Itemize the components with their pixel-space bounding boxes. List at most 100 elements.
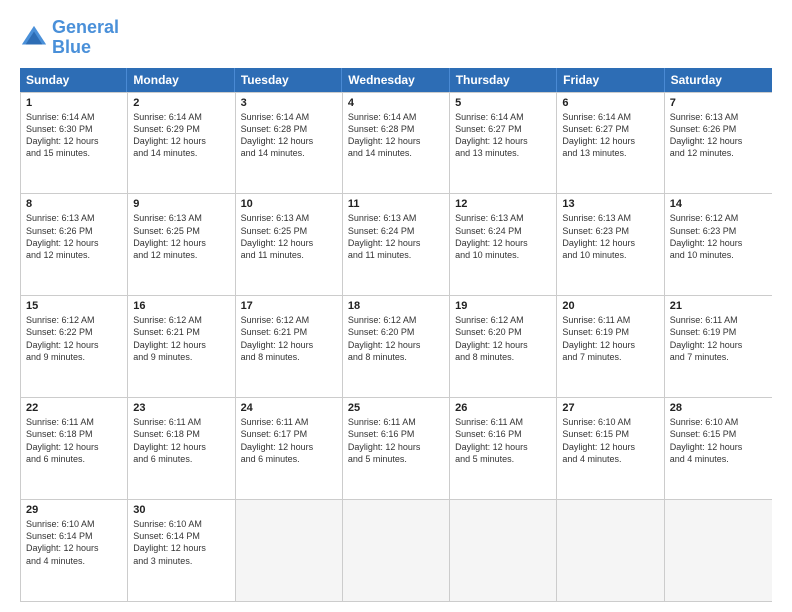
calendar-cell: 7 Sunrise: 6:13 AMSunset: 6:26 PMDaylight… <box>665 93 772 194</box>
calendar-cell: 24 Sunrise: 6:11 AMSunset: 6:17 PMDayligh… <box>236 398 343 499</box>
calendar-header: SundayMondayTuesdayWednesdayThursdayFrid… <box>20 68 772 92</box>
cell-text: Sunrise: 6:11 AMSunset: 6:19 PMDaylight:… <box>670 314 767 363</box>
calendar-cell: 21 Sunrise: 6:11 AMSunset: 6:19 PMDayligh… <box>665 296 772 397</box>
day-number: 1 <box>26 97 122 109</box>
day-number: 25 <box>348 402 444 414</box>
cell-text: Sunrise: 6:11 AMSunset: 6:17 PMDaylight:… <box>241 416 337 465</box>
calendar-cell: 19Sunrise: 6:12 AMSunset: 6:20 PMDayligh… <box>450 296 557 397</box>
calendar-cell: 28 Sunrise: 6:10 AMSunset: 6:15 PMDayligh… <box>665 398 772 499</box>
cell-text: Sunrise: 6:11 AMSunset: 6:19 PMDaylight:… <box>562 314 658 363</box>
cell-text: Sunrise: 6:11 AMSunset: 6:16 PMDaylight:… <box>348 416 444 465</box>
calendar-cell: 4 Sunrise: 6:14 AMSunset: 6:28 PMDaylight… <box>343 93 450 194</box>
calendar-cell <box>665 500 772 601</box>
calendar-cell: 30 Sunrise: 6:10 AMSunset: 6:14 PMDayligh… <box>128 500 235 601</box>
cell-text: Sunrise: 6:13 AMSunset: 6:26 PMDaylight:… <box>26 212 122 261</box>
day-number: 28 <box>670 402 767 414</box>
calendar-cell <box>450 500 557 601</box>
calendar-cell: 8 Sunrise: 6:13 AMSunset: 6:26 PMDaylight… <box>21 194 128 295</box>
day-number: 29 <box>26 504 122 516</box>
cell-text: Sunrise: 6:10 AMSunset: 6:14 PMDaylight:… <box>26 518 122 567</box>
cell-text: Sunrise: 6:10 AMSunset: 6:15 PMDaylight:… <box>562 416 658 465</box>
day-number: 6 <box>562 97 658 109</box>
day-number: 26 <box>455 402 551 414</box>
day-number: 18 <box>348 300 444 312</box>
header-day-wednesday: Wednesday <box>342 68 449 92</box>
cell-text: Sunrise: 6:12 AMSunset: 6:20 PMDaylight:… <box>348 314 444 363</box>
cell-text: Sunrise: 6:11 AMSunset: 6:18 PMDaylight:… <box>133 416 229 465</box>
calendar-cell <box>236 500 343 601</box>
day-number: 24 <box>241 402 337 414</box>
cell-text: Sunrise: 6:13 AMSunset: 6:24 PMDaylight:… <box>455 212 551 261</box>
cell-text: Sunrise: 6:12 AMSunset: 6:21 PMDaylight:… <box>133 314 229 363</box>
calendar-cell <box>557 500 664 601</box>
calendar-cell: 22 Sunrise: 6:11 AMSunset: 6:18 PMDayligh… <box>21 398 128 499</box>
header-day-monday: Monday <box>127 68 234 92</box>
day-number: 3 <box>241 97 337 109</box>
calendar-cell: 27 Sunrise: 6:10 AMSunset: 6:15 PMDayligh… <box>557 398 664 499</box>
calendar-cell: 29 Sunrise: 6:10 AMSunset: 6:14 PMDayligh… <box>21 500 128 601</box>
cell-text: Sunrise: 6:13 AMSunset: 6:26 PMDaylight:… <box>670 111 767 160</box>
day-number: 5 <box>455 97 551 109</box>
cell-text: Sunrise: 6:14 AMSunset: 6:28 PMDaylight:… <box>348 111 444 160</box>
day-number: 8 <box>26 198 122 210</box>
header-day-friday: Friday <box>557 68 664 92</box>
calendar-cell: 5 Sunrise: 6:14 AMSunset: 6:27 PMDaylight… <box>450 93 557 194</box>
calendar-cell: 17Sunrise: 6:12 AMSunset: 6:21 PMDayligh… <box>236 296 343 397</box>
cell-text: Sunrise: 6:13 AMSunset: 6:25 PMDaylight:… <box>241 212 337 261</box>
calendar-cell: 26 Sunrise: 6:11 AMSunset: 6:16 PMDayligh… <box>450 398 557 499</box>
day-number: 27 <box>562 402 658 414</box>
day-number: 13 <box>562 198 658 210</box>
calendar-cell: 18 Sunrise: 6:12 AMSunset: 6:20 PMDayligh… <box>343 296 450 397</box>
cell-text: Sunrise: 6:10 AMSunset: 6:15 PMDaylight:… <box>670 416 767 465</box>
calendar-cell: 13 Sunrise: 6:13 AMSunset: 6:23 PMDayligh… <box>557 194 664 295</box>
logo-text: General Blue <box>52 18 119 58</box>
day-number: 10 <box>241 198 337 210</box>
header-day-tuesday: Tuesday <box>235 68 342 92</box>
cell-text: Sunrise: 6:14 AMSunset: 6:27 PMDaylight:… <box>455 111 551 160</box>
calendar-cell: 23 Sunrise: 6:11 AMSunset: 6:18 PMDayligh… <box>128 398 235 499</box>
day-number: 14 <box>670 198 767 210</box>
day-number: 4 <box>348 97 444 109</box>
calendar-cell: 15Sunrise: 6:12 AMSunset: 6:22 PMDayligh… <box>21 296 128 397</box>
calendar-cell: 14 Sunrise: 6:12 AMSunset: 6:23 PMDayligh… <box>665 194 772 295</box>
cell-text: Sunrise: 6:12 AMSunset: 6:21 PMDaylight:… <box>241 314 337 363</box>
day-number: 7 <box>670 97 767 109</box>
cell-text: Sunrise: 6:13 AMSunset: 6:25 PMDaylight:… <box>133 212 229 261</box>
cell-text: Sunrise: 6:10 AMSunset: 6:14 PMDaylight:… <box>133 518 229 567</box>
cell-text: Sunrise: 6:12 AMSunset: 6:23 PMDaylight:… <box>670 212 767 261</box>
logo: General Blue <box>20 18 119 58</box>
day-number: 19 <box>455 300 551 312</box>
header: General Blue <box>20 18 772 58</box>
cell-text: Sunrise: 6:11 AMSunset: 6:16 PMDaylight:… <box>455 416 551 465</box>
cell-text: Sunrise: 6:14 AMSunset: 6:30 PMDaylight:… <box>26 111 122 160</box>
calendar-cell: 2 Sunrise: 6:14 AMSunset: 6:29 PMDaylight… <box>128 93 235 194</box>
day-number: 21 <box>670 300 767 312</box>
cell-text: Sunrise: 6:11 AMSunset: 6:18 PMDaylight:… <box>26 416 122 465</box>
day-number: 23 <box>133 402 229 414</box>
day-number: 22 <box>26 402 122 414</box>
calendar-row-3: 22 Sunrise: 6:11 AMSunset: 6:18 PMDayligh… <box>21 398 772 500</box>
calendar-cell: 10 Sunrise: 6:13 AMSunset: 6:25 PMDayligh… <box>236 194 343 295</box>
cell-text: Sunrise: 6:14 AMSunset: 6:27 PMDaylight:… <box>562 111 658 160</box>
header-day-sunday: Sunday <box>20 68 127 92</box>
calendar-cell: 16Sunrise: 6:12 AMSunset: 6:21 PMDayligh… <box>128 296 235 397</box>
cell-text: Sunrise: 6:13 AMSunset: 6:23 PMDaylight:… <box>562 212 658 261</box>
calendar-body: 1 Sunrise: 6:14 AMSunset: 6:30 PMDaylight… <box>20 92 772 602</box>
calendar-row-2: 15Sunrise: 6:12 AMSunset: 6:22 PMDayligh… <box>21 296 772 398</box>
day-number: 9 <box>133 198 229 210</box>
calendar-cell: 12 Sunrise: 6:13 AMSunset: 6:24 PMDayligh… <box>450 194 557 295</box>
cell-text: Sunrise: 6:14 AMSunset: 6:29 PMDaylight:… <box>133 111 229 160</box>
header-day-saturday: Saturday <box>665 68 772 92</box>
day-number: 11 <box>348 198 444 210</box>
day-number: 2 <box>133 97 229 109</box>
calendar-row-0: 1 Sunrise: 6:14 AMSunset: 6:30 PMDaylight… <box>21 93 772 195</box>
calendar-cell: 3Sunrise: 6:14 AMSunset: 6:28 PMDaylight… <box>236 93 343 194</box>
calendar: SundayMondayTuesdayWednesdayThursdayFrid… <box>20 68 772 602</box>
calendar-cell: 1 Sunrise: 6:14 AMSunset: 6:30 PMDaylight… <box>21 93 128 194</box>
page: General Blue SundayMondayTuesdayWednesda… <box>0 0 792 612</box>
calendar-cell: 9 Sunrise: 6:13 AMSunset: 6:25 PMDaylight… <box>128 194 235 295</box>
day-number: 12 <box>455 198 551 210</box>
calendar-cell: 11 Sunrise: 6:13 AMSunset: 6:24 PMDayligh… <box>343 194 450 295</box>
cell-text: Sunrise: 6:13 AMSunset: 6:24 PMDaylight:… <box>348 212 444 261</box>
day-number: 30 <box>133 504 229 516</box>
